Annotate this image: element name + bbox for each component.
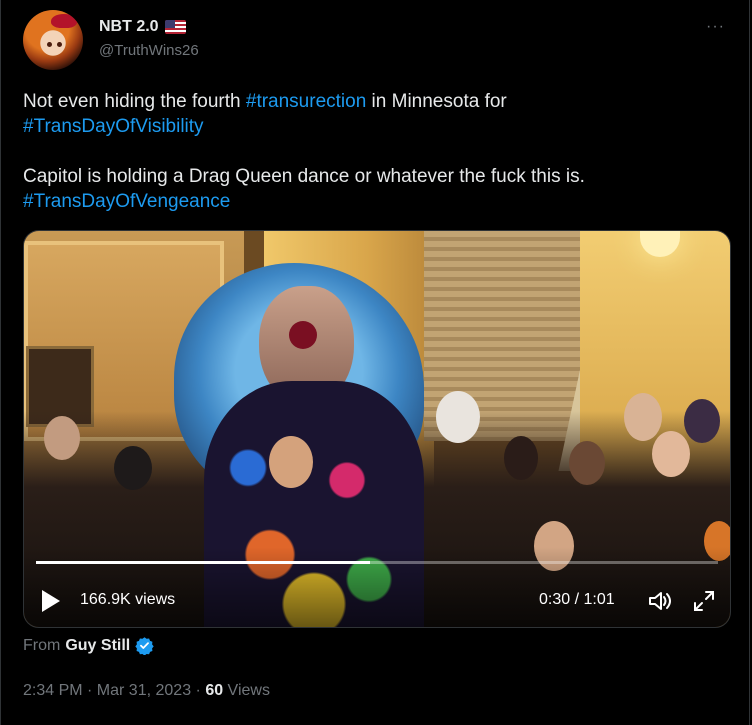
more-options-icon[interactable]: ···: [706, 18, 725, 36]
tweet-paragraph-1: Not even hiding the fourth #transurectio…: [23, 89, 723, 139]
tweet-text-segment: Not even hiding the fourth: [23, 91, 246, 112]
tweet-timestamp[interactable]: 2:34 PM · Mar 31, 2023 ·: [23, 682, 205, 699]
avatar[interactable]: [23, 10, 83, 70]
tweet-text: Not even hiding the fourth #transurectio…: [23, 89, 723, 214]
tweet-meta: 2:34 PM · Mar 31, 2023 · 60 Views: [23, 682, 270, 700]
video-progress-bar[interactable]: [36, 561, 718, 564]
hashtag-transdayofvisibility[interactable]: #TransDayOfVisibility: [23, 116, 204, 137]
tweet-text-segment: Capitol is holding a Drag Queen dance or…: [23, 166, 585, 187]
avatar-eye: [47, 42, 52, 47]
tweet-views-count: 60: [205, 682, 224, 699]
verified-badge-icon: [135, 637, 154, 655]
video-progress-fill: [36, 561, 371, 564]
user-handle[interactable]: @TruthWins26: [99, 42, 199, 59]
fullscreen-icon[interactable]: [692, 589, 716, 613]
from-label: From: [23, 636, 61, 654]
source-name[interactable]: Guy Still: [65, 637, 130, 655]
tweet-card: NBT 2.0 @TruthWins26 ··· Not even hiding…: [0, 0, 750, 725]
avatar-bow: [51, 14, 77, 28]
hashtag-transdayofvengeance[interactable]: #TransDayOfVengeance: [23, 191, 230, 212]
video-source: From Guy Still: [23, 636, 154, 655]
tweet-paragraph-2: Capitol is holding a Drag Queen dance or…: [23, 164, 723, 214]
display-name[interactable]: NBT 2.0: [99, 18, 159, 36]
play-icon[interactable]: [42, 590, 60, 612]
tweet-header: NBT 2.0 @TruthWins26 ···: [23, 10, 729, 72]
avatar-eye: [57, 42, 62, 47]
tweet-text-segment: in Minnesota for: [366, 91, 507, 112]
us-flag-icon: [164, 20, 186, 34]
name-row: NBT 2.0: [99, 18, 186, 36]
video-time: 0:30 / 1:01: [539, 591, 615, 608]
volume-icon[interactable]: [647, 589, 673, 613]
hashtag-transurection[interactable]: #transurection: [246, 91, 366, 112]
video-controls: [24, 547, 730, 627]
tweet-views-label: Views: [223, 682, 270, 699]
video-view-count: 166.9K views: [80, 591, 176, 608]
video-player[interactable]: 166.9K views 0:30 / 1:01: [23, 230, 731, 628]
